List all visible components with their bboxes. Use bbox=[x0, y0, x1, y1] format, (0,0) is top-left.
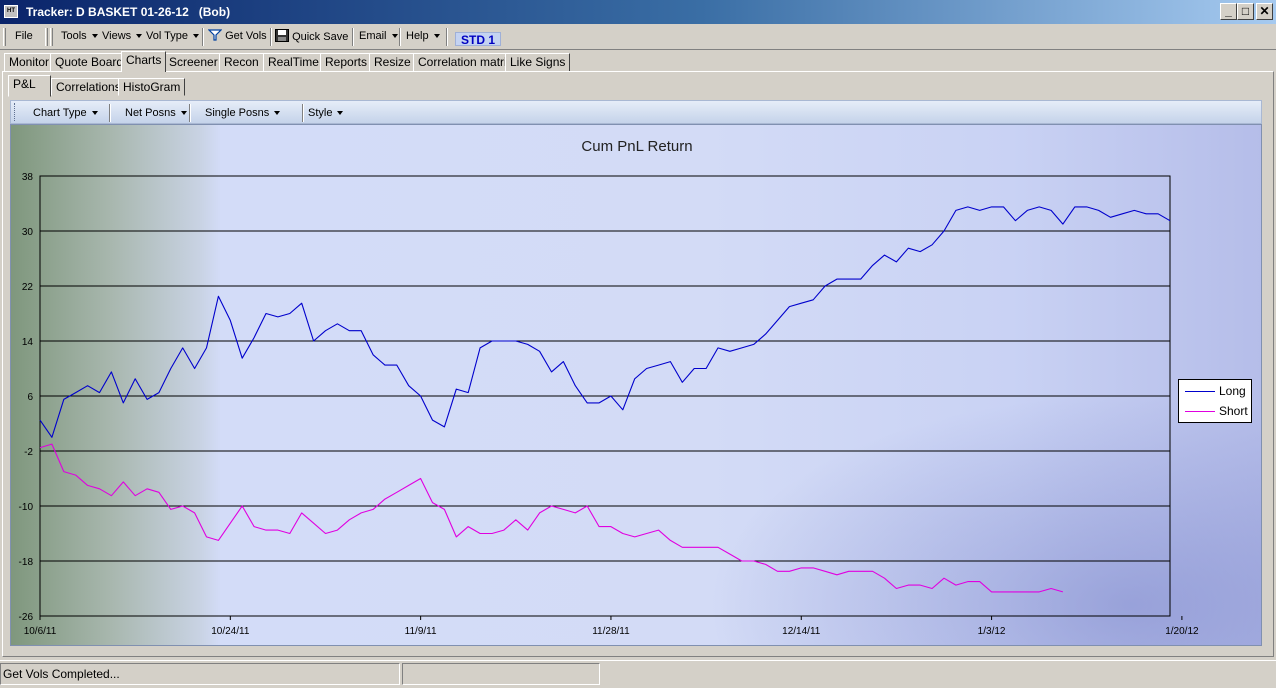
app-icon: HT bbox=[4, 5, 18, 18]
menu-vol-type[interactable]: Vol Type bbox=[146, 30, 199, 42]
toolbar-grip[interactable] bbox=[45, 28, 48, 46]
tab-screener[interactable]: Screener bbox=[164, 53, 223, 72]
y-tick-label: 6 bbox=[27, 392, 33, 403]
chevron-down-icon bbox=[193, 34, 199, 39]
tab-recon[interactable]: Recon bbox=[219, 53, 264, 72]
status-bar: Get Vols Completed... bbox=[0, 660, 1276, 688]
chart-plot: 38 30 22 14 6 -2 -10 -18 -26 10/6/11 10/24/11 11/9/… bbox=[19, 172, 1199, 637]
toolbar-separator bbox=[352, 28, 354, 46]
series-line-short bbox=[39, 443, 1064, 593]
toolbar-separator bbox=[202, 28, 204, 46]
close-button[interactable]: ✕ bbox=[1256, 3, 1273, 20]
style-dropdown[interactable]: Style bbox=[308, 107, 344, 119]
menu-views[interactable]: Views bbox=[102, 30, 143, 42]
legend-swatch bbox=[1185, 391, 1215, 392]
tab-monitor[interactable]: Monitor bbox=[4, 53, 55, 72]
menu-bar: File Tools Views Vol Type Get Vols Quick… bbox=[0, 25, 1276, 50]
toolbar-separator bbox=[189, 104, 191, 122]
title-bar: HT Tracker: D BASKET 01-26-12 (Bob) _ □ … bbox=[0, 0, 1276, 24]
status-panel-2 bbox=[402, 663, 600, 685]
chart-toolbar: Chart Type Net Posns Single Posns Style bbox=[10, 100, 1262, 124]
chevron-down-icon bbox=[136, 34, 143, 39]
toolbar-grip[interactable] bbox=[3, 28, 6, 46]
x-tick-label: 1/20/12 bbox=[1165, 626, 1199, 637]
chevron-down-icon bbox=[180, 111, 187, 116]
quick-save-button[interactable]: Quick Save bbox=[275, 29, 348, 43]
y-tick-label: 38 bbox=[22, 172, 34, 183]
toolbar-separator bbox=[109, 104, 111, 122]
x-tick-label: 12/14/11 bbox=[782, 626, 821, 637]
legend-swatch bbox=[1185, 411, 1215, 412]
chart-legend: Long Short bbox=[1178, 379, 1252, 423]
subtab-correlations[interactable]: Correlations bbox=[51, 78, 126, 96]
toolbar-separator bbox=[302, 104, 304, 122]
y-tick-label: 14 bbox=[22, 337, 34, 348]
toolbar-grip[interactable] bbox=[50, 28, 53, 46]
tab-reports[interactable]: Reports bbox=[320, 53, 373, 72]
menu-email[interactable]: Email bbox=[359, 30, 398, 42]
x-tick-label: 10/6/11 bbox=[24, 626, 57, 637]
pnl-chart: Cum PnL Return 38 30 22 14 6 -2 -10 -18 -26 10/6/… bbox=[10, 124, 1262, 646]
tab-resize[interactable]: Resize bbox=[369, 53, 416, 72]
menu-file[interactable]: File bbox=[15, 30, 33, 42]
toolbar-grip[interactable] bbox=[14, 103, 17, 121]
get-vols-button[interactable]: Get Vols bbox=[207, 29, 267, 42]
chevron-down-icon bbox=[337, 111, 344, 116]
minimize-button[interactable]: _ bbox=[1220, 3, 1237, 20]
tab-like-signs[interactable]: Like Signs bbox=[505, 53, 571, 72]
x-tick-label: 1/3/12 bbox=[978, 626, 1006, 637]
chevron-down-icon bbox=[433, 34, 440, 39]
std-badge: STD 1 bbox=[455, 32, 502, 47]
y-tick-label: -10 bbox=[19, 502, 34, 513]
subtab-pnl[interactable]: P&L bbox=[8, 75, 51, 97]
toolbar-separator bbox=[270, 28, 272, 46]
x-tick-label: 10/24/11 bbox=[211, 626, 250, 637]
chevron-down-icon bbox=[91, 111, 98, 116]
toolbar-separator bbox=[446, 28, 448, 46]
y-tick-label: -2 bbox=[24, 447, 33, 458]
window-title: Tracker: D BASKET 01-26-12 (Bob) bbox=[26, 5, 231, 19]
chevron-down-icon bbox=[91, 34, 98, 39]
chevron-down-icon bbox=[274, 111, 281, 116]
tab-quote-board[interactable]: Quote Board bbox=[50, 53, 129, 72]
y-tick-label: -26 bbox=[19, 612, 34, 623]
funnel-icon bbox=[207, 29, 223, 41]
maximize-button[interactable]: □ bbox=[1237, 3, 1254, 20]
y-tick-label: 22 bbox=[22, 282, 34, 293]
chart-type-dropdown[interactable]: Chart Type bbox=[33, 107, 98, 119]
x-tick-label: 11/9/11 bbox=[405, 626, 437, 637]
save-icon bbox=[275, 29, 289, 42]
menu-tools[interactable]: Tools bbox=[61, 30, 98, 42]
x-tick-label: 11/28/11 bbox=[592, 626, 630, 637]
tab-realtime[interactable]: RealTime bbox=[263, 53, 324, 72]
subtab-histogram[interactable]: HistoGram bbox=[118, 78, 186, 96]
main-tabs: Monitor Quote Board Charts Screener Reco… bbox=[0, 51, 1276, 72]
y-tick-label: -18 bbox=[19, 557, 34, 568]
single-posns-dropdown[interactable]: Single Posns bbox=[205, 107, 281, 119]
status-message: Get Vols Completed... bbox=[0, 663, 400, 685]
tab-charts[interactable]: Charts bbox=[121, 51, 167, 72]
menu-help[interactable]: Help bbox=[406, 30, 440, 42]
chevron-down-icon bbox=[391, 34, 398, 39]
net-posns-dropdown[interactable]: Net Posns bbox=[125, 107, 187, 119]
toolbar-separator bbox=[399, 28, 401, 46]
y-tick-label: 30 bbox=[22, 227, 34, 238]
series-line-long bbox=[39, 206, 1171, 438]
tab-correlation-matrix[interactable]: Correlation matrix bbox=[413, 53, 518, 72]
